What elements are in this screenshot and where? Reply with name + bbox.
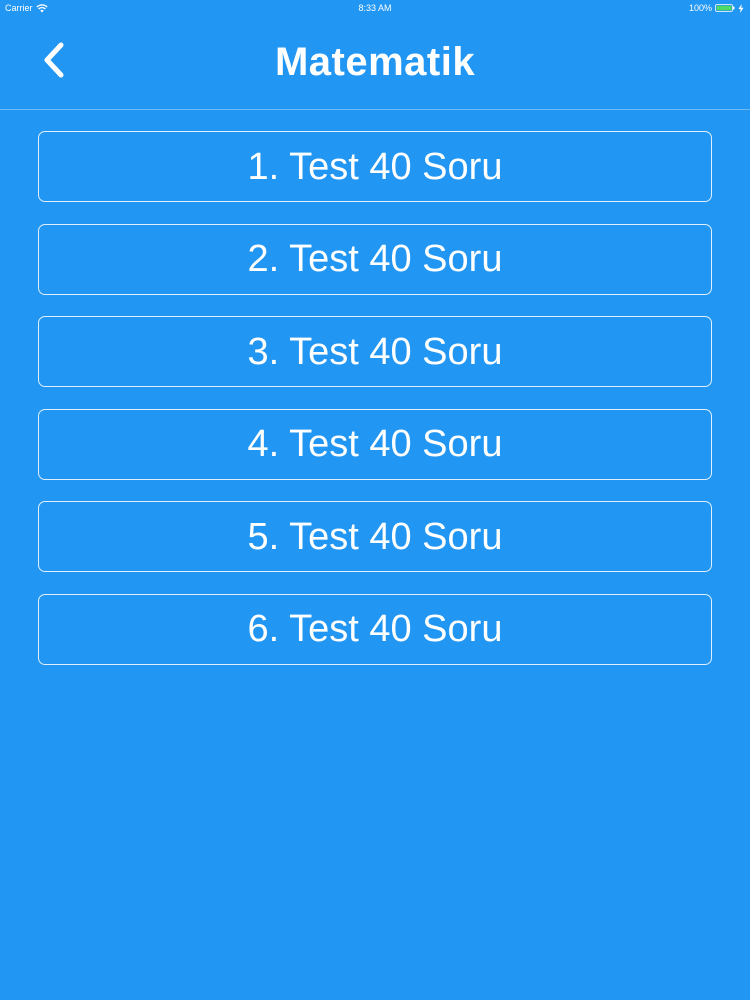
test-button-2[interactable]: 2. Test 40 Soru — [38, 223, 712, 295]
status-bar: Carrier 8:33 AM 100% — [0, 0, 750, 16]
battery-icon — [715, 4, 735, 12]
chevron-left-icon — [44, 42, 64, 78]
nav-bar: Matematik — [0, 16, 750, 110]
bolt-icon — [738, 3, 744, 13]
back-button[interactable] — [30, 36, 78, 84]
test-button-4[interactable]: 4. Test 40 Soru — [38, 408, 712, 480]
page-title: Matematik — [274, 40, 476, 84]
status-time: 8:33 AM — [358, 3, 392, 13]
status-right: 100% — [689, 0, 744, 16]
battery-percent: 100% — [688, 3, 712, 13]
test-button-3[interactable]: 3. Test 40 Soru — [38, 316, 712, 387]
test-button-5[interactable]: 5. Test 40 Soru — [38, 501, 712, 572]
test-button-1[interactable]: 1. Test 40 Soru — [38, 131, 712, 202]
test-button-6[interactable]: 6. Test 40 Soru — [38, 593, 712, 665]
test-list: 1. Test 40 Soru 2. Test 40 Soru 3. Test … — [38, 131, 712, 686]
